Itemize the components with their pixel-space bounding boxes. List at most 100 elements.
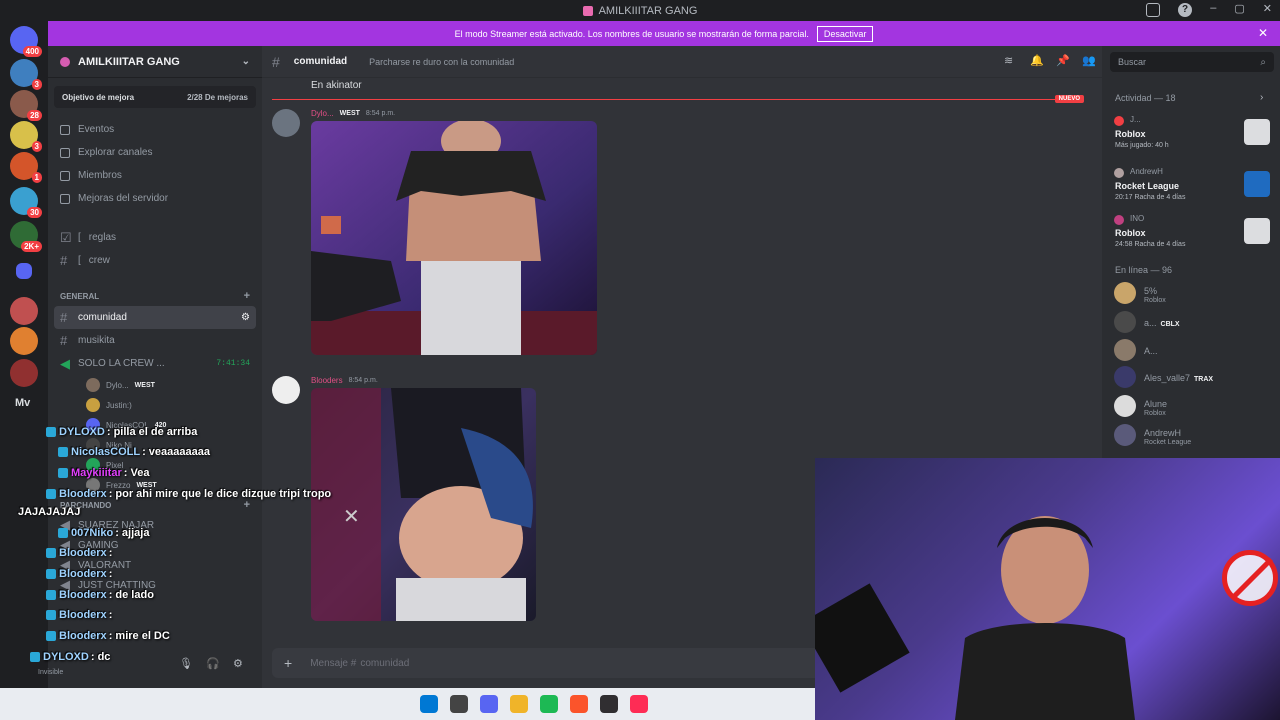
inbox-icon[interactable] xyxy=(1146,3,1160,17)
server-avatar-icon[interactable] xyxy=(10,359,38,387)
add-attachment-icon[interactable]: + xyxy=(284,655,292,671)
user-settings-gear-icon[interactable]: ⚙ xyxy=(233,657,247,671)
server-avatar-icon[interactable]: 28 xyxy=(10,90,42,121)
goal-count: 2/28 De mejoras xyxy=(187,92,248,102)
chat-badge-icon xyxy=(46,610,56,620)
avatar xyxy=(86,378,100,392)
server-header[interactable]: AMILKIIITAR GANG ⌄ xyxy=(48,46,262,78)
brave-icon[interactable] xyxy=(569,695,588,713)
discord-home-icon[interactable]: 400 xyxy=(10,26,42,57)
server-avatar-icon[interactable]: 3 xyxy=(10,59,42,90)
member-row[interactable]: a... CBLX xyxy=(1114,311,1180,333)
unread-badge: 3 xyxy=(31,141,42,152)
threads-icon[interactable]: ≋ xyxy=(1004,55,1016,67)
headphones-icon[interactable]: 🎧 xyxy=(206,657,220,671)
add-channel-icon[interactable]: + xyxy=(244,499,250,511)
channel-comunidad[interactable]: # comunidad ⚙ xyxy=(54,306,256,329)
voice-user[interactable]: Dylo... WEST xyxy=(48,375,262,395)
stream-chat-user: Blooderx xyxy=(59,547,107,559)
chat-badge-icon xyxy=(46,427,56,437)
activity-title: Actividad — 18 xyxy=(1115,93,1176,103)
calendar-icon xyxy=(60,124,70,135)
message-author[interactable]: Dylo... xyxy=(311,109,334,118)
member-name: AndrewH xyxy=(1144,427,1182,438)
voice-user-name: Dylo... xyxy=(106,380,129,390)
nav-events[interactable]: Eventos xyxy=(48,118,262,141)
add-channel-icon[interactable]: + xyxy=(244,290,250,302)
activity-detail: 24:58 Racha de 4 días xyxy=(1115,241,1186,248)
member-row[interactable]: A... xyxy=(1114,339,1158,361)
channel-topic[interactable]: Parcharse re duro con la comunidad xyxy=(369,57,514,67)
avatar xyxy=(1114,395,1136,417)
server-avatar-icon[interactable]: 2K+ xyxy=(10,221,42,252)
avatar[interactable] xyxy=(272,376,300,404)
server-avatar-icon[interactable]: 30 xyxy=(10,187,42,218)
member-row[interactable]: Ales_valle7 TRAX xyxy=(1114,366,1213,388)
message-image[interactable] xyxy=(311,121,597,355)
rocket-league-game-icon xyxy=(1244,171,1270,197)
channel-label: comunidad xyxy=(78,312,127,323)
hash-icon: # xyxy=(60,310,68,325)
spotify-icon[interactable] xyxy=(539,695,558,713)
microphone-icon xyxy=(815,583,910,693)
notification-bell-icon[interactable]: 🔔 xyxy=(1030,55,1044,67)
message-author[interactable]: Blooders xyxy=(311,376,343,385)
settings-gear-icon[interactable]: ⚙ xyxy=(241,312,250,323)
nav-browse-channels[interactable]: Explorar canales xyxy=(48,141,262,164)
channel-label: crew xyxy=(88,255,110,266)
member-row[interactable]: AndrewH Rocket League xyxy=(1114,424,1191,446)
obs-icon[interactable] xyxy=(599,695,618,713)
server-avatar-icon[interactable] xyxy=(10,327,38,355)
category-general[interactable]: GENERAL + xyxy=(48,286,262,306)
webcam-overlay xyxy=(815,458,1280,720)
folder-icon[interactable] xyxy=(16,263,32,279)
microphone-icon[interactable]: 🎙 xyxy=(179,657,193,671)
member-row[interactable]: Alune Roblox xyxy=(1114,395,1167,417)
activity-card[interactable]: J... Roblox Más jugado: 40 h xyxy=(1114,115,1276,159)
file-explorer-icon[interactable] xyxy=(509,695,528,713)
channel-crew[interactable]: # [crew xyxy=(48,249,262,272)
message[interactable]: Dylo... WEST 8:54 p.m. xyxy=(272,109,597,359)
member-tag: CBLX xyxy=(1160,321,1180,328)
new-badge: NUEVO xyxy=(1054,95,1084,103)
nav-members[interactable]: Miembros xyxy=(48,164,262,187)
avatar[interactable] xyxy=(272,109,300,137)
message-image[interactable]: ✕ xyxy=(311,388,536,621)
activity-card[interactable]: INO Roblox 24:58 Racha de 4 días xyxy=(1114,214,1276,258)
server-list: 400 3 28 3 1 30 2K+ Mv xyxy=(0,21,48,688)
member-row[interactable]: 5% Roblox xyxy=(1114,282,1166,304)
voice-user[interactable]: Justin:) xyxy=(48,395,262,415)
minimize-button[interactable]: – xyxy=(1210,2,1216,15)
banner-close-icon[interactable]: ✕ xyxy=(1258,26,1268,40)
server-mv[interactable]: Mv xyxy=(15,397,30,409)
message[interactable]: Blooders 8:54 p.m. ✕ xyxy=(272,376,592,626)
boost-goal[interactable]: Objetivo de mejora 2/28 De mejoras xyxy=(54,86,256,108)
maximize-button[interactable]: ▢ xyxy=(1234,2,1244,15)
windows-start-icon[interactable] xyxy=(419,695,438,713)
disable-streamer-button[interactable]: Desactivar xyxy=(816,25,874,42)
server-avatar-icon[interactable] xyxy=(10,297,38,325)
search-icon[interactable] xyxy=(449,695,468,713)
server-avatar-icon[interactable]: 3 xyxy=(10,121,42,152)
message-timestamp: 8:54 p.m. xyxy=(348,377,378,384)
server-avatar-icon[interactable]: 1 xyxy=(10,152,42,183)
member-list-icon[interactable]: 👥 xyxy=(1082,55,1096,67)
tiktok-icon[interactable] xyxy=(629,695,648,713)
channel-musikita[interactable]: # musikita xyxy=(48,329,262,352)
chevron-right-icon[interactable]: › xyxy=(1260,92,1263,103)
discord-icon[interactable] xyxy=(479,695,498,713)
help-icon[interactable]: ? xyxy=(1178,3,1192,17)
goal-label: Objetivo de mejora xyxy=(62,92,135,102)
roblox-game-icon xyxy=(1244,119,1270,145)
activity-card[interactable]: AndrewH Rocket League 20:17 Racha de 4 d… xyxy=(1114,167,1276,211)
close-window-button[interactable]: ✕ xyxy=(1263,2,1272,15)
pin-icon[interactable]: 📌 xyxy=(1056,55,1070,67)
channel-reglas[interactable]: ☑ [reglas xyxy=(48,226,262,249)
speaker-icon: ◀ xyxy=(60,355,70,371)
member-activity: Rocket League xyxy=(1144,438,1192,446)
nav-server-boost[interactable]: Mejoras del servidor xyxy=(48,187,262,210)
unread-badge: 400 xyxy=(22,46,42,57)
voice-channel-crew[interactable]: ◀ SOLO LA CREW ... 7:41:34 xyxy=(48,352,262,375)
search-input[interactable]: Buscar ⌕ xyxy=(1110,52,1274,72)
voice-user-name: Justin:) xyxy=(106,400,132,410)
